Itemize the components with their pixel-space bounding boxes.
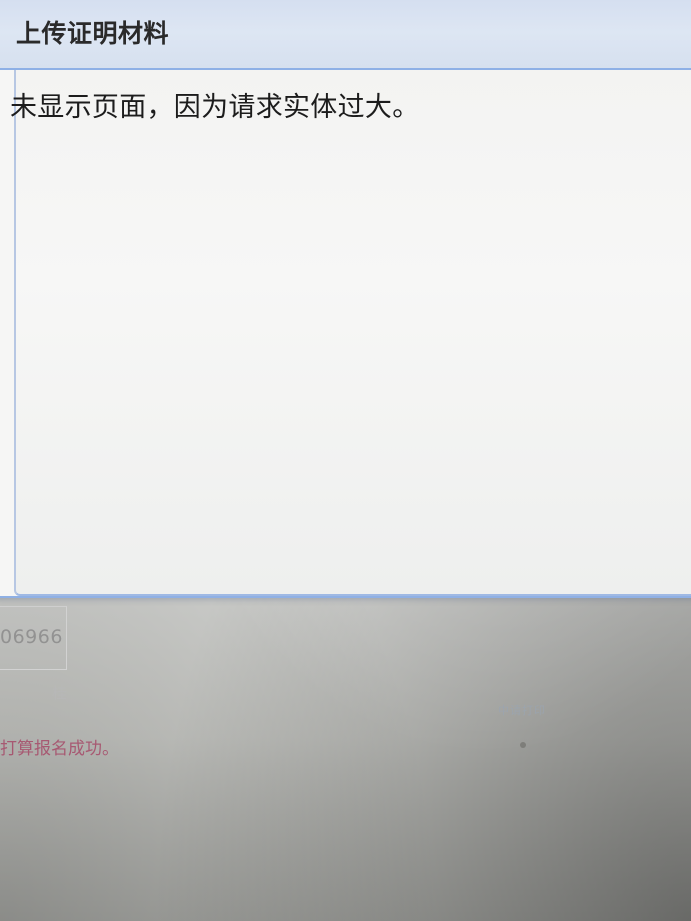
background-partial-number: 06966 bbox=[0, 626, 63, 648]
screen-speck bbox=[520, 742, 526, 748]
dialog-titlebar[interactable]: 上传证明材料 bbox=[0, 0, 691, 70]
background-faint-label: 桂 bbox=[52, 684, 68, 702]
background-faint-text: 中请打印 bbox=[498, 704, 546, 717]
dialog-content bbox=[14, 70, 691, 596]
background-success-text: 打算报名成功。 bbox=[0, 739, 119, 759]
upload-dialog: 上传证明材料 未显示页面，因为请求实体过大。 bbox=[0, 0, 691, 598]
error-message: 未显示页面，因为请求实体过大。 bbox=[10, 92, 420, 123]
dialog-title: 上传证明材料 bbox=[16, 19, 170, 48]
